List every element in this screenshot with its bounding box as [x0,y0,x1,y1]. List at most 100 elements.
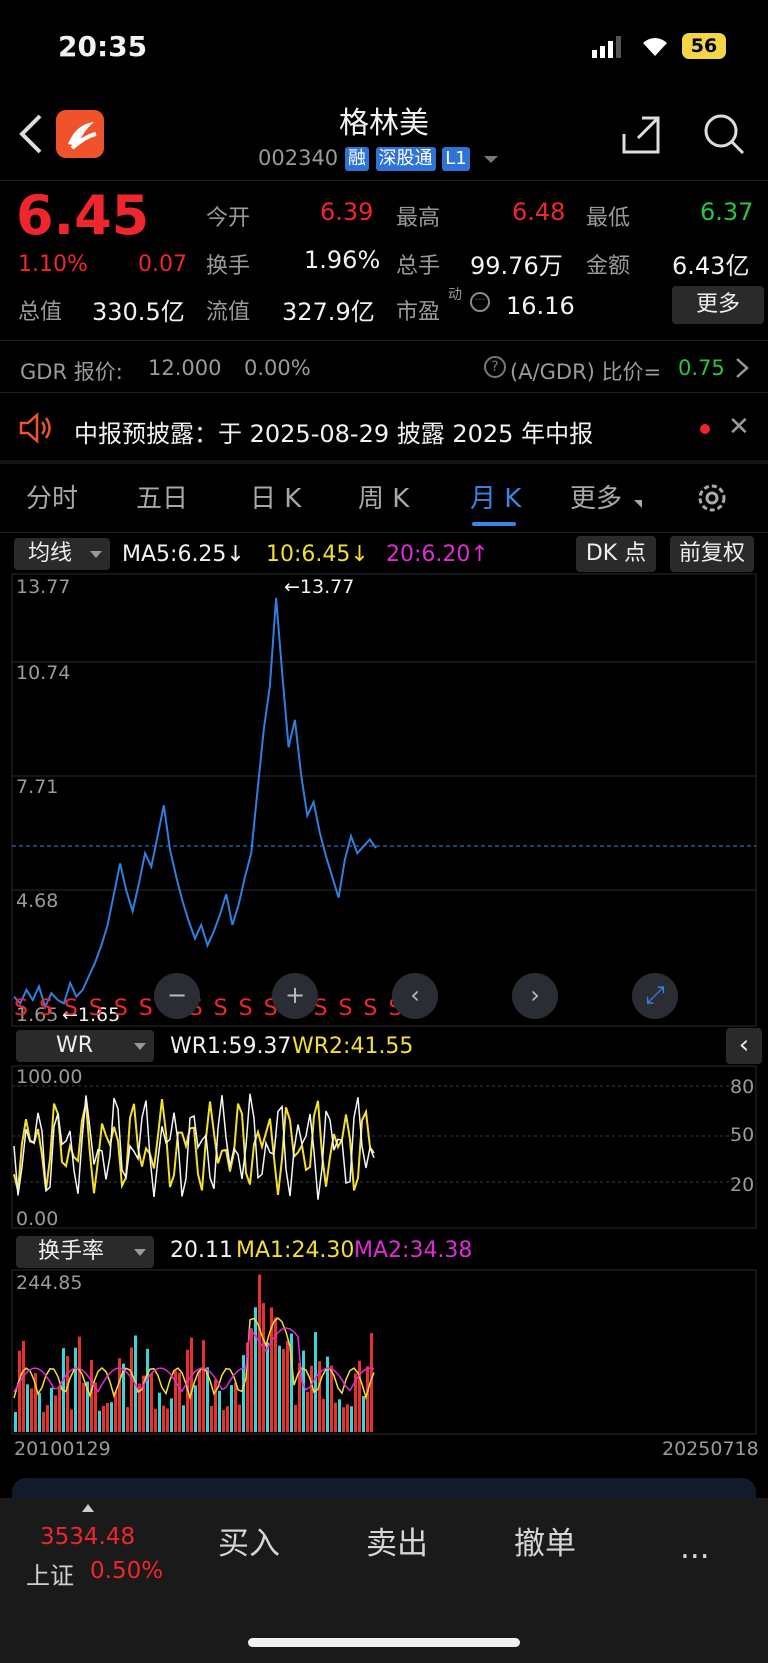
scroll-right-icon[interactable]: › [512,973,558,1019]
indicator-selector[interactable]: 换手率 [16,1236,154,1268]
high-value: 6.48 [512,198,566,226]
turnover-bar [150,1373,153,1432]
more-button[interactable]: ... [680,1530,710,1566]
search-icon[interactable] [702,112,746,160]
zoom-out-icon[interactable]: − [154,973,200,1019]
index-up-icon [82,1504,94,1512]
ma20-value: 20:6.20↑ [386,542,489,567]
zoom-in-icon[interactable]: + [272,973,318,1019]
signal-icon [592,36,622,62]
amount-value: 6.43亿 [672,252,750,280]
turnover-bar [346,1404,349,1432]
close-icon[interactable]: ✕ [728,412,750,442]
open-value: 6.39 [320,198,374,226]
index-value[interactable]: 3534.48 [40,1524,135,1550]
sell-signals: S S S S S S S S S S S S S S S S S [14,996,429,1021]
turnover-bar [302,1350,305,1432]
buy-button[interactable]: 买入 [218,1518,280,1563]
open-label: 今开 [206,206,251,231]
turnover-bar [338,1399,341,1432]
turnover-ma1-line [13,1316,375,1401]
tab-more[interactable]: 更多 [570,478,622,515]
turnover-bar [206,1367,209,1432]
turnover-bar [98,1410,101,1432]
turnover-bar [130,1347,133,1432]
scroll-left-icon[interactable]: ‹ [392,973,438,1019]
turnover-bar [190,1337,193,1432]
adjust-button[interactable]: 前复权 [670,536,754,572]
fullscreen-icon[interactable]: ⤢ [632,973,678,1019]
float-label: 流值 [206,300,251,325]
tag-level: L1 [442,147,470,171]
turnover-bar [298,1363,301,1432]
turnover-bar [258,1274,261,1432]
amount-label: 金额 [586,254,631,279]
sell-button[interactable]: 卖出 [366,1518,428,1563]
turnover-bar [134,1335,137,1432]
monthly-k-chart[interactable] [0,0,768,1663]
info-dots-icon[interactable]: ··· [470,292,490,312]
float-value: 327.9亿 [282,298,375,326]
turnover-bar [34,1373,37,1432]
turnover-bar [146,1348,149,1432]
collapse-panel-button[interactable]: ‹ [726,1028,762,1064]
chevron-down-icon[interactable] [484,155,499,163]
tab-five-day[interactable]: 五日 [136,478,188,515]
wr2-line [13,1098,375,1196]
settings-gear-icon[interactable] [694,480,730,520]
help-icon[interactable]: ? [484,356,506,378]
tab-monthly-k[interactable]: 月 K [470,478,521,515]
turnover-bar [270,1307,273,1432]
turnover-bar [90,1359,93,1432]
turnover-bar [342,1407,345,1432]
turnover-bar [50,1387,53,1432]
tab-weekly-k[interactable]: 周 K [358,478,409,515]
turnover-bar [334,1402,337,1432]
turnover-bar [286,1340,289,1432]
index-name: 上证 [26,1562,74,1590]
turnover-bar [198,1370,201,1432]
turnover-label: 换手 [206,254,251,279]
turnover-bar [318,1361,321,1432]
status-time: 20:35 [58,30,148,63]
tab-daily-k[interactable]: 日 K [250,478,301,515]
dropdown-caret-icon [134,1249,146,1256]
cancel-order-button[interactable]: 撤单 [514,1518,576,1563]
ma-selector[interactable]: 均线 [14,538,110,570]
ma10-value: 10:6.45↓ [266,542,369,567]
chevron-right-icon[interactable] [734,356,750,384]
turnover-bar [294,1404,297,1432]
wr1-value: WR1:59.37 [170,1034,292,1059]
low-label: 最低 [586,206,631,231]
max-label: ←13.77 [284,576,355,598]
tab-intraday[interactable]: 分时 [26,478,78,515]
high-label: 最高 [396,206,441,231]
gdr-label: GDR 报价: [20,360,123,384]
notice-dot [700,424,710,434]
turnover-bar [246,1342,249,1432]
turnover-bar [102,1406,105,1432]
wr-bottom: 0.00 [16,1208,59,1230]
turnover-bar [282,1348,285,1432]
wr-selector[interactable]: WR [16,1030,154,1062]
wr-chart-frame [11,1065,757,1229]
turnover-bar [290,1333,293,1432]
turnover-bar [362,1396,365,1432]
dk-point-button[interactable]: DK 点 [576,536,656,572]
change-value: 0.07 [138,252,187,277]
y-tick-3: 7.71 [16,776,59,798]
notice-text[interactable]: 中报预披露：于 2025-08-29 披露 2025 年中报 [74,414,593,449]
turnover-top: 244.85 [16,1272,83,1294]
turnover-bar [174,1370,177,1432]
more-quote-button[interactable]: 更多 [672,286,764,324]
turnover-bar [54,1395,57,1432]
date-start: 20100129 [14,1438,111,1460]
turnover-bar [166,1408,169,1432]
y-tick-2: 10.74 [16,662,71,684]
turnover-bar [210,1405,213,1432]
turnover-bar [278,1345,281,1432]
turnover-bar [158,1392,161,1432]
share-icon[interactable] [620,112,664,160]
y-tick-1: 13.77 [16,576,71,598]
turnover-bar [186,1349,189,1432]
